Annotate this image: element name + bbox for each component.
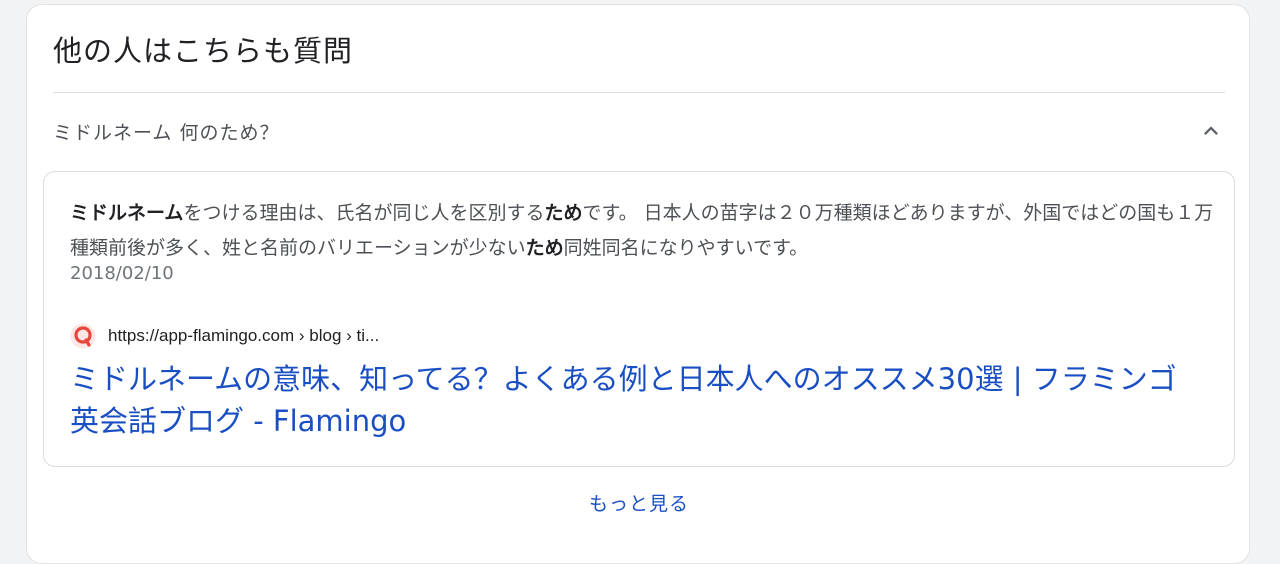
section-title: 他の人はこちらも質問 — [53, 34, 354, 68]
snippet-text: をつける理由は、氏名が同じ人を区別する — [183, 202, 545, 224]
snippet-text: 同姓同名になりやすいです。 — [563, 237, 809, 259]
question-toggle[interactable]: ミドルネーム 何のため？ — [53, 93, 1225, 171]
flamingo-favicon-icon — [70, 323, 96, 349]
show-more-button[interactable]: もっと見る — [27, 489, 1251, 516]
chevron-up-icon[interactable] — [1197, 117, 1225, 145]
snippet-highlight: ため — [544, 202, 583, 224]
answer-date: 2018/02/10 — [70, 263, 174, 284]
answer-panel: ミドルネームをつける理由は、氏名が同じ人を区別するためです。 日本人の苗字は２０… — [43, 171, 1235, 467]
question-text: ミドルネーム 何のため？ — [53, 122, 280, 144]
result-title-link[interactable]: ミドルネームの意味、知ってる？よくある例と日本人へのオススメ30選 | フラミン… — [70, 358, 1200, 442]
source-url: https://app-flamingo.com › blog › ti... — [108, 326, 380, 345]
snippet-highlight: ミドルネーム — [70, 202, 184, 224]
people-also-ask-card: 他の人はこちらも質問 ミドルネーム 何のため？ ミドルネームをつける理由は、氏名… — [26, 4, 1250, 564]
snippet-highlight: ため — [525, 237, 564, 259]
source-citation[interactable]: https://app-flamingo.com › blog › ti... — [70, 322, 379, 350]
answer-snippet: ミドルネームをつける理由は、氏名が同じ人を区別するためです。 日本人の苗字は２０… — [70, 196, 1220, 266]
